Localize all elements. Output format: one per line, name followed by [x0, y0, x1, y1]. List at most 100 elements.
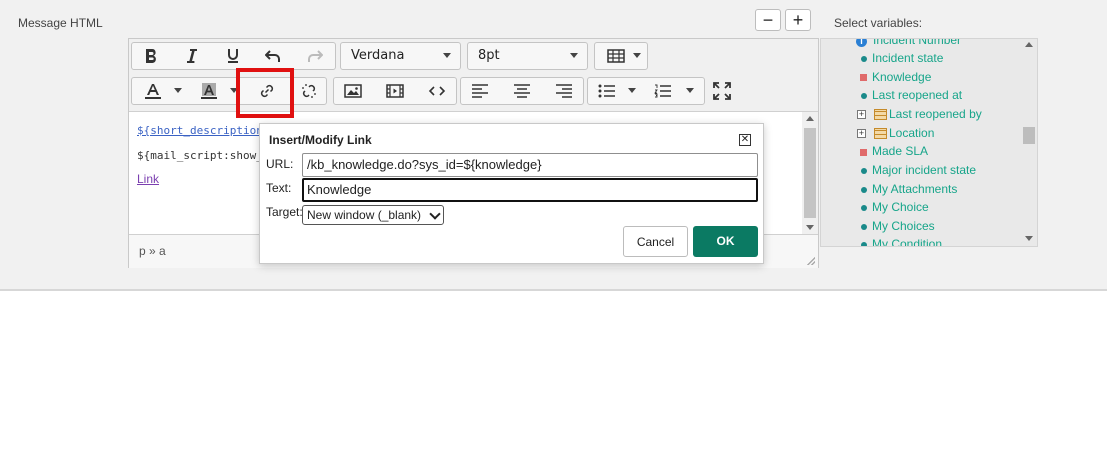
scroll-down-icon[interactable]: [806, 225, 814, 230]
element-path[interactable]: p » a: [139, 244, 166, 258]
dot-icon: [861, 205, 867, 211]
undo-button[interactable]: [256, 43, 290, 69]
editor-toolbar: Verdana 8pt: [129, 39, 818, 112]
chevron-down-icon: [174, 88, 182, 93]
color-group: [131, 77, 327, 105]
fullscreen-button[interactable]: [705, 78, 739, 104]
dialog-title: Insert/Modify Link: [269, 133, 372, 147]
table-icon: [874, 109, 887, 120]
divider: [0, 289, 1107, 291]
text-color-button[interactable]: [136, 78, 170, 104]
editor-scrollbar[interactable]: [802, 112, 818, 234]
scroll-up-icon[interactable]: [806, 116, 814, 121]
scrollbar-thumb[interactable]: [1023, 127, 1035, 144]
redo-icon: [308, 50, 323, 62]
ok-button[interactable]: OK: [693, 226, 758, 257]
description-link[interactable]: ${short_description}: [137, 124, 269, 137]
expand-icon[interactable]: +: [857, 110, 866, 119]
zoom-out-button[interactable]: −: [755, 9, 781, 31]
link-text-field[interactable]: Knowledge: [302, 178, 758, 202]
chevron-down-icon: [686, 88, 694, 93]
italic-button[interactable]: [174, 43, 208, 69]
source-code-button[interactable]: [420, 78, 454, 104]
variable-item[interactable]: Location: [889, 126, 934, 140]
underline-button[interactable]: [216, 43, 250, 69]
chevron-down-icon: [429, 208, 441, 220]
variables-scrollbar[interactable]: [1021, 38, 1037, 247]
variable-item[interactable]: My Condition: [872, 237, 942, 246]
variable-item[interactable]: Incident state: [872, 51, 943, 65]
media-group: [333, 77, 457, 105]
bullet-list-button[interactable]: [590, 78, 624, 104]
url-label: URL:: [266, 157, 294, 171]
align-group: [460, 77, 584, 105]
close-icon[interactable]: ✕: [739, 134, 751, 146]
dot-icon: [861, 242, 867, 246]
expand-icon[interactable]: +: [857, 129, 866, 138]
dot-icon: [861, 93, 867, 99]
insert-link-dialog: Insert/Modify Link ✕ URL: /kb_knowledge.…: [259, 123, 764, 264]
align-right-button[interactable]: [547, 78, 581, 104]
scroll-up-icon[interactable]: [1025, 42, 1033, 47]
target-select[interactable]: New window (_blank): [302, 205, 444, 225]
list-group: [587, 77, 705, 105]
insert-image-button[interactable]: [336, 78, 370, 104]
scrollbar-thumb[interactable]: [804, 128, 816, 218]
highlight-color-icon: [201, 83, 217, 99]
variable-item[interactable]: Made SLA: [872, 144, 928, 158]
text-label: Text:: [266, 181, 292, 195]
bold-button[interactable]: [134, 43, 168, 69]
table-button[interactable]: [594, 42, 648, 70]
variable-item[interactable]: My Choices: [872, 219, 935, 233]
dot-icon: [861, 168, 867, 174]
content-line-mail-script: ${mail_script:show_la: [137, 149, 277, 162]
font-size-select[interactable]: 8pt: [467, 42, 588, 70]
variable-item[interactable]: My Choice: [872, 200, 929, 214]
zoom-in-button[interactable]: +: [785, 9, 811, 31]
variable-item[interactable]: Last reopened at: [872, 88, 962, 102]
align-left-icon: [472, 84, 488, 98]
code-icon: [428, 86, 446, 96]
format-group: [131, 42, 336, 70]
insert-video-button[interactable]: [378, 78, 412, 104]
align-right-icon: [556, 84, 572, 98]
numbered-list-button[interactable]: [646, 78, 680, 104]
field-label: Message HTML: [18, 16, 103, 30]
target-label: Target:: [266, 205, 303, 219]
bullet-list-icon: [598, 84, 615, 98]
text-color-icon: [145, 84, 161, 99]
info-icon: i: [856, 39, 867, 47]
background-color-button[interactable]: [192, 78, 226, 104]
image-icon: [344, 84, 362, 98]
variables-tree: i Incident Number Incident state Knowled…: [820, 38, 1038, 247]
table-icon: [607, 49, 625, 63]
resize-grip-icon[interactable]: [807, 257, 815, 265]
bold-icon: [146, 48, 156, 63]
align-center-button[interactable]: [505, 78, 539, 104]
link-button-highlight: [236, 68, 294, 118]
font-family-value: Verdana: [351, 48, 405, 63]
variables-label: Select variables:: [834, 16, 923, 30]
fullscreen-icon: [713, 82, 731, 100]
align-left-button[interactable]: [463, 78, 497, 104]
font-family-select[interactable]: Verdana: [340, 42, 461, 70]
content-line-description: ${short_description}: [137, 124, 269, 137]
variable-item[interactable]: My Attachments: [872, 182, 957, 196]
variable-item[interactable]: Incident Number: [873, 39, 961, 47]
scroll-down-icon[interactable]: [1025, 236, 1033, 241]
variable-item[interactable]: Major incident state: [872, 163, 976, 177]
redo-button[interactable]: [298, 43, 332, 69]
dot-icon: [861, 224, 867, 230]
variable-item[interactable]: Knowledge: [872, 70, 931, 84]
italic-icon: [187, 49, 197, 63]
url-field[interactable]: /kb_knowledge.do?sys_id=${knowledge}: [302, 153, 758, 177]
chevron-down-icon: [570, 53, 578, 58]
variable-item[interactable]: Last reopened by: [889, 107, 982, 121]
unlink-icon: [302, 84, 316, 98]
remove-link-button[interactable]: [292, 78, 326, 104]
cancel-button[interactable]: Cancel: [623, 226, 688, 257]
video-icon: [386, 84, 404, 98]
content-link[interactable]: Link: [137, 172, 159, 186]
chevron-down-icon: [628, 88, 636, 93]
target-select-value: New window (_blank): [307, 208, 422, 222]
